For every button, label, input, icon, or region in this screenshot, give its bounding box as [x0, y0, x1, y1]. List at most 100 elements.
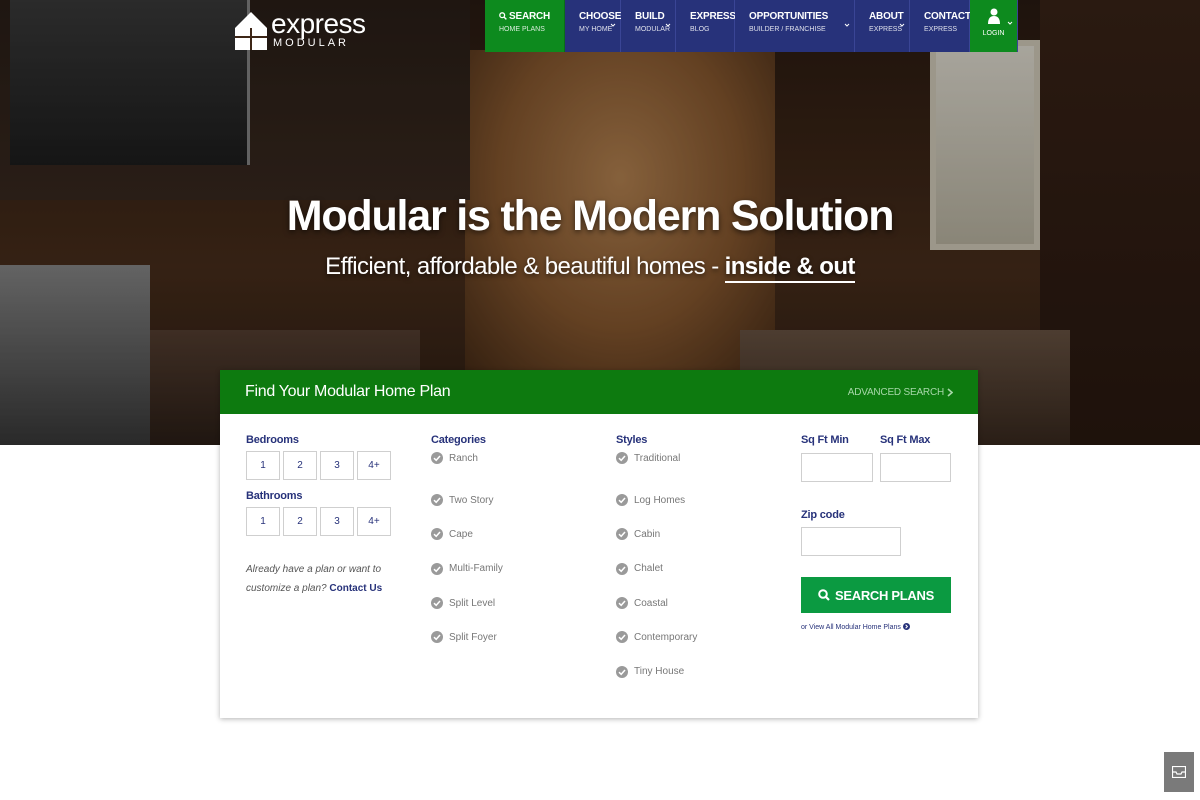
- nav-search-sublabel: HOME PLANS: [499, 26, 545, 33]
- mail-icon: [1172, 766, 1186, 778]
- styles-label: Styles: [616, 434, 648, 446]
- contact-widget-button[interactable]: [1164, 752, 1194, 792]
- bathrooms-option-4plus[interactable]: 4+: [357, 507, 391, 536]
- search-plans-label: SEARCH PLANS: [835, 587, 934, 603]
- zip-code-input[interactable]: [801, 527, 901, 556]
- style-label: Traditional: [634, 452, 681, 464]
- chevron-down-icon: [1007, 21, 1013, 25]
- category-multi-family[interactable]: Multi-Family: [431, 552, 503, 586]
- style-cabin[interactable]: Cabin: [616, 517, 697, 551]
- style-coastal[interactable]: Coastal: [616, 586, 697, 620]
- bathrooms-option-3[interactable]: 3: [320, 507, 354, 536]
- chevron-right-icon: [947, 387, 953, 397]
- main-nav: SEARCH HOME PLANS CHOOSE MY HOME BUILD M…: [485, 0, 1019, 52]
- check-circle-icon: [616, 494, 628, 507]
- style-label: Cabin: [634, 528, 661, 540]
- style-contemporary[interactable]: Contemporary: [616, 620, 697, 654]
- category-label: Cape: [449, 528, 473, 540]
- contact-us-link[interactable]: Contact Us: [329, 583, 382, 594]
- check-circle-icon: [431, 631, 443, 644]
- bedrooms-option-3[interactable]: 3: [320, 451, 354, 480]
- search-icon: [818, 589, 830, 601]
- style-label: Chalet: [634, 563, 663, 575]
- check-circle-icon: [616, 631, 628, 644]
- nav-login-label: LOGIN: [982, 30, 1005, 37]
- customize-hint: Already have a plan or want to customize…: [246, 560, 396, 598]
- nav-about-label: ABOUT: [869, 11, 904, 22]
- styles-column: Styles Traditional Log Homes Cabin Chale…: [616, 434, 697, 689]
- arrow-right-icon: [902, 623, 910, 630]
- logo-wordmark: express: [271, 8, 366, 39]
- check-circle-icon: [431, 562, 443, 575]
- nav-opportunities-sublabel: BUILDER / FRANCHISE: [749, 26, 826, 33]
- style-label: Contemporary: [634, 631, 698, 643]
- styles-list: Traditional Log Homes Cabin Chalet Coast…: [616, 452, 697, 689]
- categories-column: Categories Ranch Two Story Cape Multi-Fa…: [431, 434, 503, 654]
- nav-contact-sublabel: EXPRESS: [924, 26, 958, 33]
- nav-express-label: EXPRESS: [690, 11, 736, 22]
- check-circle-icon: [431, 528, 443, 541]
- search-icon: [499, 12, 507, 20]
- search-plans-button[interactable]: SEARCH PLANS: [801, 577, 951, 613]
- check-circle-icon: [616, 528, 628, 541]
- nav-search-top: SEARCH: [499, 10, 550, 24]
- nav-about-express[interactable]: ABOUT EXPRESS: [855, 0, 911, 52]
- sqft-max-input[interactable]: [880, 453, 951, 482]
- nav-opportunities[interactable]: OPPORTUNITIES BUILDER / FRANCHISE: [735, 0, 856, 52]
- category-two-story[interactable]: Two Story: [431, 483, 503, 517]
- style-traditional[interactable]: Traditional: [616, 452, 697, 464]
- style-label: Coastal: [634, 597, 668, 609]
- bedrooms-label: Bedrooms: [246, 434, 299, 446]
- nav-build-modular[interactable]: BUILD MODULAR: [621, 0, 677, 52]
- chevron-down-icon: [610, 23, 616, 27]
- category-split-level[interactable]: Split Level: [431, 586, 503, 620]
- nav-choose-my-home[interactable]: CHOOSE MY HOME: [565, 0, 621, 52]
- plan-search-title: Find Your Modular Home Plan: [245, 383, 451, 400]
- style-chalet[interactable]: Chalet: [616, 552, 697, 586]
- hero-subline-highlight: inside & out: [724, 253, 855, 283]
- bedrooms-option-1[interactable]: 1: [246, 451, 280, 480]
- check-circle-icon: [616, 562, 628, 575]
- advanced-search-link[interactable]: ADVANCED SEARCH: [848, 387, 953, 398]
- user-icon: [987, 8, 1000, 24]
- nav-search-label: SEARCH: [509, 11, 551, 22]
- nav-build-sublabel: MODULAR: [635, 26, 671, 33]
- check-circle-icon: [431, 597, 443, 610]
- view-all-plans-link[interactable]: or View All Modular Home Plans: [801, 623, 910, 631]
- check-circle-icon: [431, 494, 443, 507]
- chevron-down-icon: [844, 23, 850, 27]
- hero-subline: Efficient, affordable & beautiful homes …: [0, 253, 1180, 283]
- style-label: Tiny House: [634, 666, 685, 678]
- category-ranch[interactable]: Ranch: [431, 452, 503, 464]
- bedrooms-option-4plus[interactable]: 4+: [357, 451, 391, 480]
- nav-choose-label: CHOOSE: [579, 11, 622, 22]
- site-logo[interactable]: express MODULAR: [235, 8, 366, 54]
- nav-login[interactable]: LOGIN: [970, 0, 1019, 52]
- category-cape[interactable]: Cape: [431, 517, 503, 551]
- advanced-search-label: ADVANCED SEARCH: [847, 386, 944, 398]
- category-label: Split Level: [449, 597, 496, 609]
- bathrooms-label: Bathrooms: [246, 490, 303, 502]
- nav-search-home-plans[interactable]: SEARCH HOME PLANS: [485, 0, 566, 52]
- bathrooms-option-2[interactable]: 2: [283, 507, 317, 536]
- sqft-min-input[interactable]: [801, 453, 873, 482]
- categories-list: Ranch Two Story Cape Multi-Family Split …: [431, 452, 503, 654]
- plan-search-header: Find Your Modular Home Plan ADVANCED SEA…: [220, 370, 978, 414]
- check-circle-icon: [431, 452, 443, 464]
- chevron-down-icon: [899, 23, 905, 27]
- plan-search-panel: Find Your Modular Home Plan ADVANCED SEA…: [220, 370, 978, 718]
- bedrooms-option-2[interactable]: 2: [283, 451, 317, 480]
- style-tiny-house[interactable]: Tiny House: [616, 654, 697, 688]
- nav-express-blog[interactable]: EXPRESS BLOG: [676, 0, 736, 52]
- nav-build-label: BUILD: [635, 11, 665, 22]
- nav-choose-sublabel: MY HOME: [579, 26, 613, 33]
- sqft-min-label: Sq Ft Min: [801, 434, 849, 446]
- bathrooms-option-1[interactable]: 1: [246, 507, 280, 536]
- category-split-foyer[interactable]: Split Foyer: [431, 620, 503, 654]
- style-log-homes[interactable]: Log Homes: [616, 483, 697, 517]
- category-label: Multi-Family: [449, 563, 503, 575]
- logo-subtitle: MODULAR: [273, 37, 350, 49]
- nav-contact-label: CONTACT: [924, 11, 971, 22]
- nav-contact-express[interactable]: CONTACT EXPRESS: [910, 0, 971, 52]
- hero-subline-text: Efficient, affordable & beautiful homes …: [325, 253, 725, 280]
